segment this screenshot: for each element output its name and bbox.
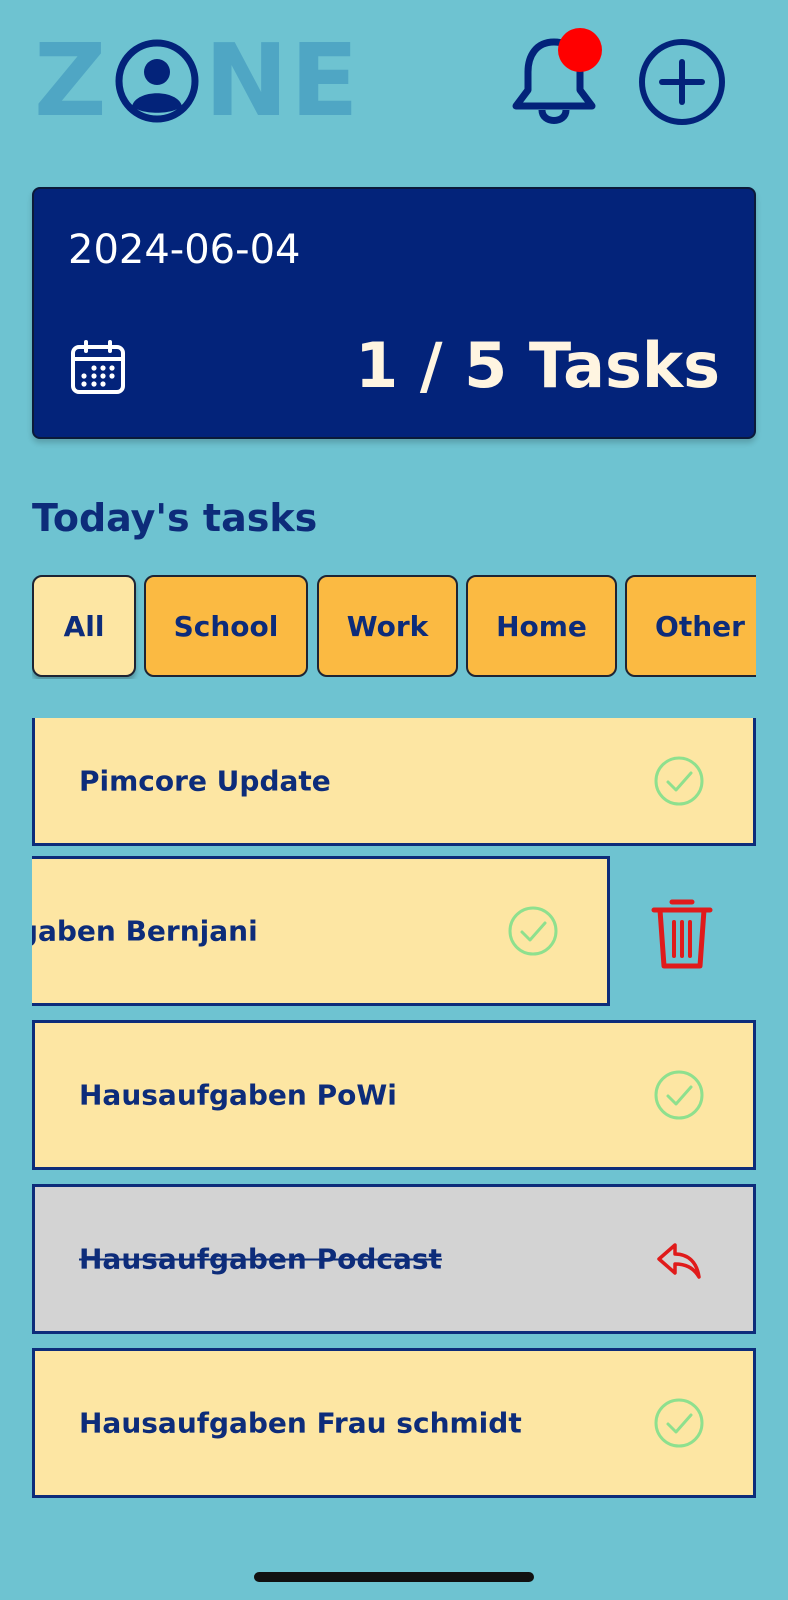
filter-chip-school[interactable]: School <box>144 575 308 677</box>
section-title: Today's tasks <box>32 496 318 540</box>
task-item[interactable]: Hausaufgaben Frau schmidt <box>32 1348 756 1498</box>
filter-chip-all[interactable]: All <box>32 575 136 677</box>
filter-chip-work[interactable]: Work <box>317 575 458 677</box>
summary-card: 2024-06-04 1 / 5 Tasks <box>32 187 756 439</box>
task-item[interactable]: Pimcore Update <box>32 718 756 846</box>
logo-text-start: Z <box>34 22 109 139</box>
check-circle-icon[interactable] <box>653 755 705 807</box>
home-indicator[interactable] <box>254 1572 534 1582</box>
task-label: Hausaufgaben PoWi <box>79 1078 397 1112</box>
filter-chip-home[interactable]: Home <box>466 575 617 677</box>
filter-chip-other[interactable]: Other <box>625 575 756 677</box>
check-circle-icon[interactable] <box>653 1069 705 1121</box>
task-item-completed[interactable]: Hausaufgaben Podcast <box>32 1184 756 1334</box>
category-filter-bar[interactable]: All School Work Home Other <box>32 575 756 679</box>
app-logo: Z NE <box>34 31 361 131</box>
trash-icon[interactable] <box>650 896 714 972</box>
logo-text-end: NE <box>204 22 361 139</box>
check-circle-icon[interactable] <box>653 1397 705 1449</box>
calendar-icon[interactable] <box>70 339 126 395</box>
check-circle-icon[interactable] <box>507 905 559 957</box>
summary-date: 2024-06-04 <box>68 227 301 273</box>
task-item-swiped[interactable]: Hausaufgaben Bernjani <box>32 856 610 1006</box>
notification-badge <box>558 28 602 72</box>
plus-circle-icon[interactable] <box>638 38 726 126</box>
user-circle-icon <box>115 39 199 123</box>
task-label: Hausaufgaben Podcast <box>79 1242 442 1276</box>
task-item[interactable]: Hausaufgaben PoWi <box>32 1020 756 1170</box>
undo-arrow-icon[interactable] <box>653 1233 705 1285</box>
task-label: Pimcore Update <box>79 764 331 797</box>
task-count: 1 / 5 Tasks <box>355 329 720 402</box>
task-label: Hausaufgaben Frau schmidt <box>79 1406 522 1440</box>
task-label: Hausaufgaben Bernjani <box>32 914 258 948</box>
